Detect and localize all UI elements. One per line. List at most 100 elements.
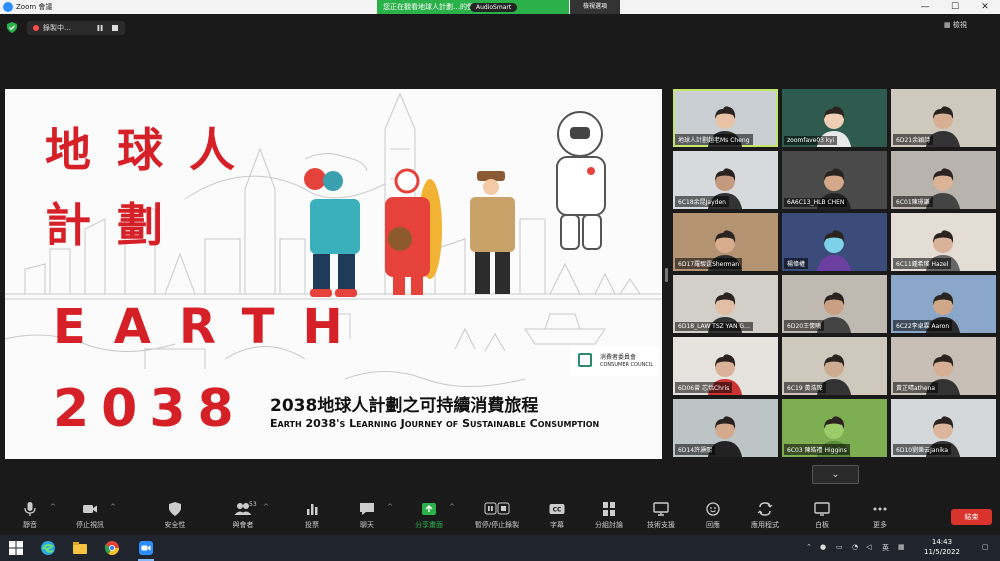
participant-tile[interactable]: 6D06曾 芯恬Chris (673, 337, 778, 395)
participant-tile[interactable]: 地球人計劃趙老Ms Cheng (673, 89, 778, 147)
participant-name: zoomfave03 kyi (784, 136, 838, 145)
svg-text:CC: CC (553, 507, 562, 514)
participant-tile[interactable]: 6A6C13_HLB CHEN (782, 151, 887, 209)
breakout-grid-icon (603, 502, 615, 516)
participant-tile[interactable]: 6D14許灝熙 (673, 399, 778, 457)
audiosmart-badge: AudioSmart (470, 3, 518, 12)
whiteboard-button[interactable]: 白板 (797, 501, 847, 533)
tray-wifi-icon[interactable]: ◔ (852, 543, 858, 551)
participant-tile[interactable]: 楊偉權 (782, 213, 887, 271)
polls-button[interactable]: 投票 (287, 501, 337, 533)
apps-icon (757, 502, 773, 516)
participant-name: 6C03 陳皓禮 Higgins (784, 444, 850, 455)
pause-recording-label: 暫停/停止錄製 (474, 521, 520, 529)
chevron-up-icon[interactable]: ^ (263, 503, 269, 511)
close-button[interactable]: ✕ (970, 0, 1000, 14)
grid-icon: ▦ (944, 21, 953, 29)
view-options-button[interactable]: 檢視選項 (570, 0, 620, 14)
participants-label: 與會者 (232, 521, 254, 529)
remote-support-monitor-icon (653, 502, 669, 516)
captions-button[interactable]: CC 字幕 (532, 501, 582, 533)
maximize-button[interactable]: ☐ (940, 0, 970, 14)
slide-title-zh-line2: 計劃 (45, 198, 189, 252)
windows-taskbar: ⌃ ● ▭ ◔ ◁ 英 ▦ 14:43 11/5/2022 ▢ (0, 535, 1000, 561)
consumer-council-icon (578, 353, 592, 367)
microphone-icon (24, 502, 36, 516)
chat-label: 聊天 (360, 521, 374, 529)
remote-support-button[interactable]: 技術支援 (636, 501, 686, 533)
windows-start-icon[interactable] (8, 540, 24, 556)
mute-label: 靜音 (23, 521, 37, 529)
gallery-scroll-down-button[interactable]: ⌄ (812, 465, 859, 484)
slide-title-en: EARTH (53, 299, 371, 355)
encryption-shield-icon[interactable] (7, 22, 17, 33)
participant-gallery: 地球人計劃趙老Ms Cheng zoomfave03 kyi 6D21余穎詩 6C18… (673, 89, 996, 459)
chat-button[interactable]: 聊天 ^ (342, 501, 393, 533)
consumer-council-logo: 消費者委員會 CONSUMER COUNCIL (570, 346, 658, 376)
stop-recording-icon[interactable] (112, 25, 118, 31)
security-button[interactable]: 安全性 (150, 501, 200, 533)
participant-tile[interactable]: 6D21余穎詩 (891, 89, 996, 147)
recording-label: 錄製中… (43, 24, 71, 32)
chevron-up-icon[interactable]: ^ (449, 503, 455, 511)
tray-chevron-up-icon[interactable]: ⌃ (806, 543, 812, 551)
whiteboard-label: 白板 (815, 521, 829, 529)
pause-stop-recording-button[interactable]: 暫停/停止錄製 (472, 501, 522, 533)
file-explorer-icon[interactable] (72, 540, 88, 556)
chevron-up-icon[interactable]: ^ (110, 503, 116, 511)
participant-tile[interactable]: 6C19 黃浩琛 (782, 337, 887, 395)
stop-video-button[interactable]: 停止視訊 ^ (65, 501, 116, 533)
panel-resize-handle[interactable] (665, 268, 668, 282)
apps-button[interactable]: 應用程式 (740, 501, 790, 533)
participant-tile[interactable]: 6C18余昆Jayden (673, 151, 778, 209)
participant-tile[interactable]: 6C11鍾希瑤 Hazel (891, 213, 996, 271)
polls-chart-icon (307, 504, 318, 515)
participant-name: 6D17羅駿霆Sherman (675, 258, 743, 269)
taskbar-clock[interactable]: 14:43 11/5/2022 (924, 537, 960, 557)
participant-tile[interactable]: zoomfave03 kyi (782, 89, 887, 147)
tray-keyboard-icon[interactable]: ▦ (898, 543, 905, 551)
participant-tile[interactable]: 6D10劉樂云Janika (891, 399, 996, 457)
reactions-label: 回應 (706, 521, 720, 529)
participant-tile[interactable]: 6D20王懷曦 (782, 275, 887, 333)
participant-tile[interactable]: 6C22李卓霖 Aaron (891, 275, 996, 333)
input-method-indicator[interactable]: 英 (882, 543, 889, 553)
gallery-view-label: 檢視 (952, 21, 967, 29)
recording-indicator: 錄製中… (27, 21, 125, 35)
edge-browser-icon[interactable] (40, 540, 56, 556)
reactions-button[interactable]: 回應 (688, 501, 738, 533)
chrome-browser-icon[interactable] (104, 540, 120, 556)
gallery-view-toggle[interactable]: ▦ 檢視 (944, 20, 967, 30)
farmer-figure (304, 168, 360, 297)
chevron-up-icon[interactable]: ^ (50, 503, 56, 511)
end-meeting-button[interactable]: 結束 (951, 509, 992, 525)
logo-text-zh: 消費者委員會 (600, 354, 637, 361)
tray-volume-icon[interactable]: ◁ (866, 543, 871, 551)
reactions-smiley-icon (706, 502, 720, 516)
tray-battery-icon[interactable]: ▭ (836, 543, 843, 551)
mute-button[interactable]: 靜音 ^ (5, 501, 56, 533)
share-screen-button[interactable]: 分享畫面 ^ (404, 501, 455, 533)
zoom-app-icon[interactable] (138, 540, 154, 556)
breakout-rooms-button[interactable]: 分組討論 (584, 501, 634, 533)
slide-subtitle-en: Earth 2038's Learning Journey of Sustain… (270, 417, 600, 430)
participant-tile[interactable]: 黃芷晴athena (891, 337, 996, 395)
participant-tile[interactable]: 6D18_LAW TSZ YAN G… (673, 275, 778, 333)
participant-name: 6C01陳璟謙 (893, 196, 933, 207)
musician-figure (385, 168, 442, 295)
participants-count: 53 (249, 501, 257, 508)
participant-tile[interactable]: 6C01陳璟謙 (891, 151, 996, 209)
tray-microphone-icon[interactable]: ● (820, 543, 826, 551)
participant-tile[interactable]: 6C03 陳皓禮 Higgins (782, 399, 887, 457)
chevron-up-icon[interactable]: ^ (387, 503, 393, 511)
more-button[interactable]: 更多 (855, 501, 905, 533)
security-label: 安全性 (164, 521, 186, 529)
participant-name: 6D21余穎詩 (893, 134, 934, 145)
participant-name: 黃芷晴athena (893, 382, 939, 393)
notifications-icon[interactable]: ▢ (982, 543, 989, 551)
pause-recording-icon[interactable] (97, 25, 103, 31)
minimize-button[interactable]: — (910, 0, 940, 14)
participant-tile[interactable]: 6D17羅駿霆Sherman (673, 213, 778, 271)
participants-button[interactable]: 53 與會者 ^ (218, 501, 270, 533)
shared-screen: 地球人 計劃 EARTH 2038 2038地球人計劃之可持續消費旅程 Eart… (5, 89, 662, 459)
